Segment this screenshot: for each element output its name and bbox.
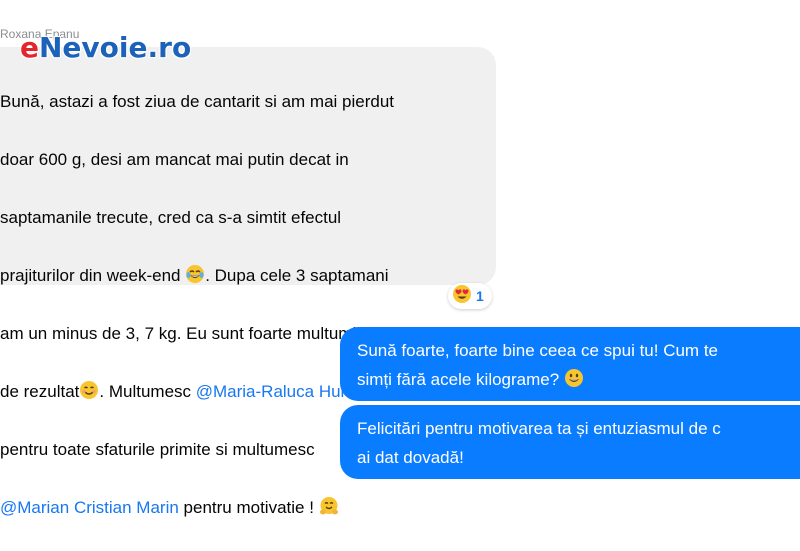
site-watermark-logo: eNevoie.ro: [20, 31, 192, 64]
message-line: prajiturilor din week-end . Dupa cele 3 …: [0, 261, 500, 290]
message-line: simți fără acele kilograme?: [357, 365, 800, 394]
message-line: ai dat dovadă!: [357, 448, 464, 467]
outgoing-message-bubble[interactable]: Sună foarte, foarte bine ceea ce spui tu…: [340, 327, 800, 401]
heart-eyes-icon: [452, 284, 472, 309]
message-line: @Marian Cristian Marin pentru motivatie …: [0, 493, 500, 522]
message-line: Bună, astazi a fost ziua de cantarit si …: [0, 92, 395, 111]
tears-of-joy-emoji: [185, 264, 205, 293]
grinning-face-emoji: [564, 368, 584, 397]
mention-link[interactable]: @Marian Cristian Marin: [0, 498, 179, 517]
hugging-face-emoji: [319, 496, 339, 525]
reaction-badge[interactable]: 1: [448, 283, 492, 309]
smiling-face-emoji: [79, 380, 99, 409]
message-line: saptamanile trecute, cred ca s-a simtit …: [0, 208, 342, 227]
message-line: Felicitări pentru motivarea ta și entuzi…: [357, 419, 721, 438]
outgoing-message-bubble[interactable]: Felicitări pentru motivarea ta și entuzi…: [340, 405, 800, 479]
message-line: doar 600 g, desi am mancat mai putin dec…: [0, 150, 349, 169]
message-line: Sună foarte, foarte bine ceea ce spui tu…: [357, 341, 718, 360]
reaction-count: 1: [476, 288, 484, 304]
